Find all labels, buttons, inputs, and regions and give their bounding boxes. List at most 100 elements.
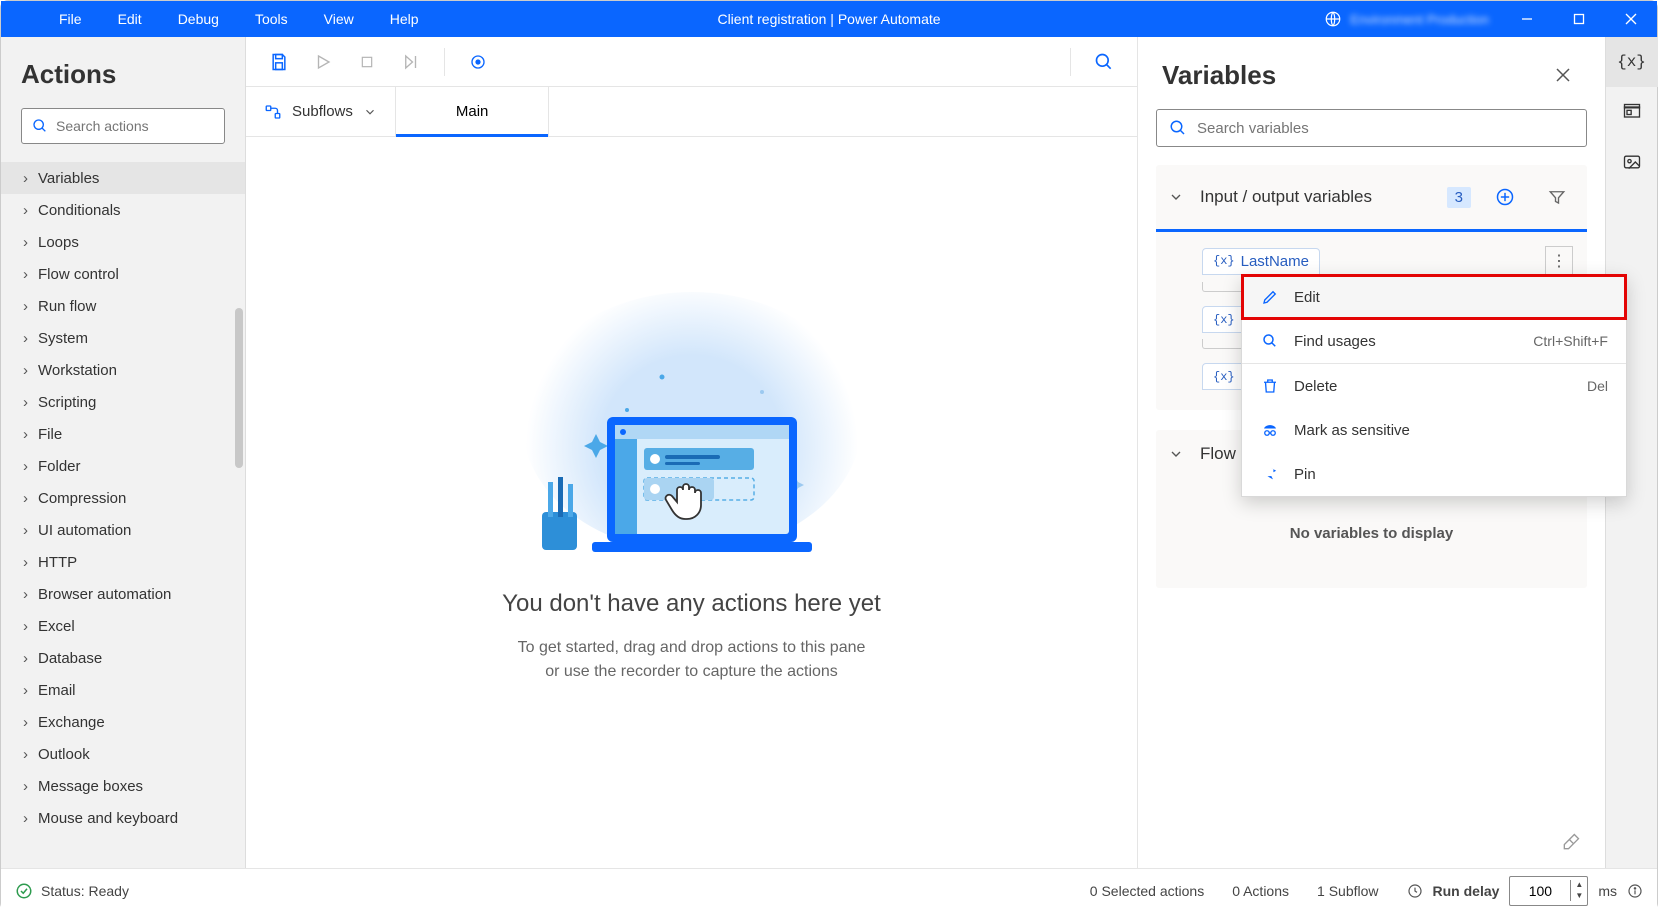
variable-icon: {x} <box>1213 370 1235 384</box>
category-system[interactable]: ›System <box>1 322 245 354</box>
spin-up[interactable]: ▲ <box>1571 880 1587 890</box>
chevron-down-icon[interactable] <box>1168 446 1184 462</box>
category-email[interactable]: ›Email <box>1 674 245 706</box>
chevron-right-icon: › <box>23 170 28 187</box>
run-delay-spinner[interactable]: ▲▼ <box>1509 876 1588 906</box>
category-outlook[interactable]: ›Outlook <box>1 738 245 770</box>
category-scripting[interactable]: ›Scripting <box>1 386 245 418</box>
actions-list[interactable]: ›Variables ›Conditionals ›Loops ›Flow co… <box>1 158 245 868</box>
category-folder[interactable]: ›Folder <box>1 450 245 482</box>
category-variables[interactable]: ›Variables <box>1 162 245 194</box>
search-icon <box>32 118 48 134</box>
category-loops[interactable]: ›Loops <box>1 226 245 258</box>
category-message-boxes[interactable]: ›Message boxes <box>1 770 245 802</box>
save-button[interactable] <box>260 43 298 81</box>
category-database[interactable]: ›Database <box>1 642 245 674</box>
search-icon <box>1169 119 1187 137</box>
close-button[interactable] <box>1605 1 1657 37</box>
category-mouse-keyboard[interactable]: ›Mouse and keyboard <box>1 802 245 834</box>
category-excel[interactable]: ›Excel <box>1 610 245 642</box>
io-count-badge: 3 <box>1447 187 1471 208</box>
category-run-flow[interactable]: ›Run flow <box>1 290 245 322</box>
step-button[interactable] <box>392 43 430 81</box>
run-delay-control: Run delay ▲▼ ms <box>1407 876 1644 906</box>
toolbar <box>246 37 1137 87</box>
variables-search[interactable] <box>1156 109 1587 147</box>
status-ok-icon <box>15 882 33 900</box>
subflows-dropdown[interactable]: Subflows <box>246 87 396 136</box>
category-workstation[interactable]: ›Workstation <box>1 354 245 386</box>
subflow-icon <box>264 103 282 121</box>
variable-icon: {x} <box>1213 254 1235 268</box>
run-delay-input[interactable] <box>1510 883 1570 899</box>
variables-search-input[interactable] <box>1197 120 1574 137</box>
actions-search-input[interactable] <box>56 118 237 134</box>
tab-main[interactable]: Main <box>396 87 550 136</box>
incognito-icon <box>1260 421 1280 439</box>
variable-icon: {x} <box>1213 313 1235 327</box>
variable-more-button[interactable]: ⋮ <box>1545 246 1573 276</box>
titlebar: File Edit Debug Tools View Help Client r… <box>1 1 1657 37</box>
chevron-down-icon <box>363 105 377 119</box>
stop-button[interactable] <box>348 43 386 81</box>
category-ui-automation[interactable]: ›UI automation <box>1 514 245 546</box>
status-actions-count: 0 Actions <box>1232 883 1289 899</box>
pin-icon <box>1260 465 1280 483</box>
category-conditionals[interactable]: ›Conditionals <box>1 194 245 226</box>
status-selected-actions: 0 Selected actions <box>1090 883 1204 899</box>
menu-tools[interactable]: Tools <box>237 1 306 37</box>
environment-indicator[interactable]: Environment Production <box>1312 10 1501 28</box>
maximize-button[interactable] <box>1553 1 1605 37</box>
environment-name: Environment Production <box>1350 12 1489 27</box>
menu-view[interactable]: View <box>306 1 372 37</box>
globe-icon <box>1324 10 1342 28</box>
actions-panel: Actions ›Variables ›Conditionals ›Loops … <box>1 37 246 868</box>
menu-help[interactable]: Help <box>372 1 437 37</box>
rail-images-button[interactable] <box>1606 137 1658 187</box>
add-variable-button[interactable] <box>1487 179 1523 215</box>
info-icon[interactable] <box>1627 883 1643 899</box>
status-text: Status: Ready <box>41 883 129 899</box>
menu-file[interactable]: File <box>41 1 100 37</box>
shortcut-label: Ctrl+Shift+F <box>1533 333 1608 349</box>
empty-illustration <box>512 322 872 572</box>
shortcut-label: Del <box>1587 378 1608 394</box>
minimize-button[interactable] <box>1501 1 1553 37</box>
category-browser-automation[interactable]: ›Browser automation <box>1 578 245 610</box>
variable-chip[interactable]: {x}LastName <box>1202 248 1320 275</box>
rail-ui-elements-button[interactable] <box>1606 87 1658 137</box>
run-button[interactable] <box>304 43 342 81</box>
ctx-find-usages[interactable]: Find usages Ctrl+Shift+F <box>1242 319 1626 363</box>
search-actions-button[interactable] <box>1085 43 1123 81</box>
eraser-button[interactable] <box>1561 832 1581 852</box>
statusbar: Status: Ready 0 Selected actions 0 Actio… <box>1 868 1657 912</box>
category-exchange[interactable]: ›Exchange <box>1 706 245 738</box>
menu-debug[interactable]: Debug <box>160 1 237 37</box>
ctx-edit[interactable]: Edit <box>1242 275 1626 319</box>
category-compression[interactable]: ›Compression <box>1 482 245 514</box>
rail-variables-button[interactable]: {x} <box>1606 37 1658 87</box>
ctx-pin[interactable]: Pin <box>1242 452 1626 496</box>
menu-bar: File Edit Debug Tools View Help <box>41 1 437 37</box>
io-section-title: Input / output variables <box>1200 187 1431 207</box>
actions-search[interactable] <box>21 108 225 144</box>
variables-close-button[interactable] <box>1545 57 1581 93</box>
subflows-bar: Subflows Main <box>246 87 1137 137</box>
filter-button[interactable] <box>1539 179 1575 215</box>
spin-down[interactable]: ▼ <box>1571 891 1587 901</box>
window-controls <box>1501 1 1657 37</box>
run-delay-label: Run delay <box>1433 883 1500 899</box>
chevron-down-icon[interactable] <box>1168 189 1184 205</box>
category-flow-control[interactable]: ›Flow control <box>1 258 245 290</box>
search-icon <box>1260 332 1280 350</box>
ctx-delete[interactable]: Delete Del <box>1242 364 1626 408</box>
menu-edit[interactable]: Edit <box>100 1 160 37</box>
category-file[interactable]: ›File <box>1 418 245 450</box>
ctx-mark-sensitive[interactable]: Mark as sensitive <box>1242 408 1626 452</box>
category-http[interactable]: ›HTTP <box>1 546 245 578</box>
record-button[interactable] <box>459 43 497 81</box>
empty-subtitle: To get started, drag and drop actions to… <box>518 636 866 684</box>
braces-icon: {x} <box>1617 53 1646 71</box>
scrollbar-thumb[interactable] <box>235 308 243 468</box>
actions-panel-title: Actions <box>1 37 245 108</box>
